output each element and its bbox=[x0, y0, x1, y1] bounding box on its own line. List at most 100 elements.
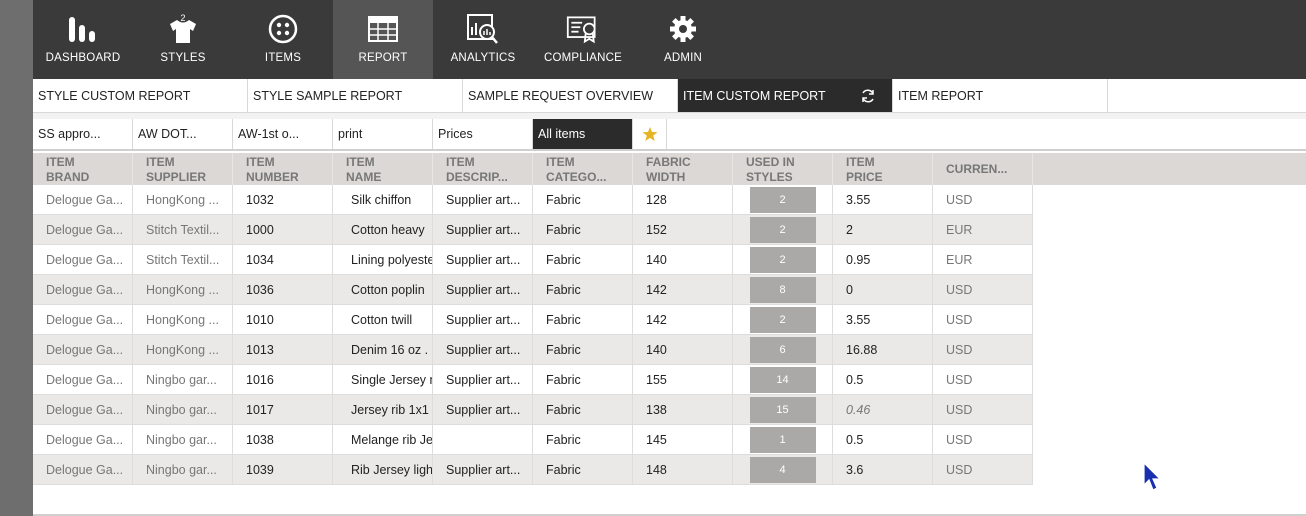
cell-supplier[interactable]: HongKong ... bbox=[133, 335, 233, 364]
cell-brand[interactable]: Delogue Ga... bbox=[33, 365, 133, 394]
cell-name[interactable]: Jersey rib 1x1 bbox=[333, 395, 433, 424]
cell-price[interactable]: 3.55 bbox=[833, 305, 933, 334]
cell-name[interactable]: Cotton poplin bbox=[333, 275, 433, 304]
cell-brand[interactable]: Delogue Ga... bbox=[33, 245, 133, 274]
cell-currency[interactable]: USD bbox=[933, 425, 1033, 454]
table-row[interactable]: Delogue Ga... Ningbo gar... 1039 Rib Jersey… bbox=[33, 455, 1033, 485]
cell-currency[interactable]: USD bbox=[933, 185, 1033, 214]
cell-currency[interactable]: USD bbox=[933, 395, 1033, 424]
nav-styles[interactable]: 2 STYLES bbox=[133, 0, 233, 79]
cell-category[interactable]: Fabric bbox=[533, 305, 633, 334]
cell-name[interactable]: Single Jersey m bbox=[333, 365, 433, 394]
cell-price[interactable]: 0.46 bbox=[833, 395, 933, 424]
column-header[interactable]: ITEM CATEGO... bbox=[533, 153, 633, 185]
cell-description[interactable]: Supplier art... bbox=[433, 395, 533, 424]
cell-number[interactable]: 1013 bbox=[233, 335, 333, 364]
used-count-badge[interactable]: 2 bbox=[749, 246, 816, 273]
nav-compliance[interactable]: COMPLIANCE bbox=[533, 0, 633, 79]
cell-used-in-styles[interactable]: 2 bbox=[733, 215, 833, 244]
used-count-badge[interactable]: 4 bbox=[749, 456, 816, 483]
cell-brand[interactable]: Delogue Ga... bbox=[33, 395, 133, 424]
cell-used-in-styles[interactable]: 14 bbox=[733, 365, 833, 394]
cell-category[interactable]: Fabric bbox=[533, 245, 633, 274]
cell-number[interactable]: 1034 bbox=[233, 245, 333, 274]
cell-brand[interactable]: Delogue Ga... bbox=[33, 335, 133, 364]
cell-brand[interactable]: Delogue Ga... bbox=[33, 455, 133, 484]
used-count-badge[interactable]: 15 bbox=[749, 396, 816, 423]
column-header[interactable]: CURREN... bbox=[933, 153, 1033, 185]
cell-used-in-styles[interactable]: 8 bbox=[733, 275, 833, 304]
table-row[interactable]: Delogue Ga... Stitch Textil... 1000 Cotton … bbox=[33, 215, 1033, 245]
cell-category[interactable]: Fabric bbox=[533, 335, 633, 364]
cell-number[interactable]: 1017 bbox=[233, 395, 333, 424]
cell-price[interactable]: 2 bbox=[833, 215, 933, 244]
cell-description[interactable]: Supplier art... bbox=[433, 305, 533, 334]
cell-currency[interactable]: EUR bbox=[933, 215, 1033, 244]
cell-brand[interactable]: Delogue Ga... bbox=[33, 305, 133, 334]
table-row[interactable]: Delogue Ga... Ningbo gar... 1017 Jersey rib… bbox=[33, 395, 1033, 425]
cell-currency[interactable]: USD bbox=[933, 275, 1033, 304]
tab-sample-request-overview[interactable]: SAMPLE REQUEST OVERVIEW bbox=[463, 79, 678, 112]
cell-price[interactable]: 0 bbox=[833, 275, 933, 304]
tab-item-custom-report[interactable]: ITEM CUSTOM REPORT bbox=[678, 79, 893, 112]
table-row[interactable]: Delogue Ga... Stitch Textil... 1034 Lining … bbox=[33, 245, 1033, 275]
cell-supplier[interactable]: Ningbo gar... bbox=[133, 425, 233, 454]
cell-description[interactable] bbox=[433, 425, 533, 454]
cell-number[interactable]: 1036 bbox=[233, 275, 333, 304]
cell-price[interactable]: 16.88 bbox=[833, 335, 933, 364]
cell-description[interactable]: Supplier art... bbox=[433, 365, 533, 394]
cell-supplier[interactable]: Stitch Textil... bbox=[133, 245, 233, 274]
used-count-badge[interactable]: 6 bbox=[749, 336, 816, 363]
refresh-icon[interactable] bbox=[860, 88, 876, 104]
column-header[interactable]: ITEM NAME bbox=[333, 153, 433, 185]
nav-dashboard[interactable]: DASHBOARD bbox=[33, 0, 133, 79]
cell-description[interactable]: Supplier art... bbox=[433, 275, 533, 304]
view-ss-approved[interactable]: SS appro... bbox=[33, 119, 133, 149]
cell-brand[interactable]: Delogue Ga... bbox=[33, 185, 133, 214]
used-count-badge[interactable]: 2 bbox=[749, 216, 816, 243]
cell-supplier[interactable]: HongKong ... bbox=[133, 305, 233, 334]
cell-width[interactable]: 145 bbox=[633, 425, 733, 454]
cell-width[interactable]: 152 bbox=[633, 215, 733, 244]
cell-number[interactable]: 1039 bbox=[233, 455, 333, 484]
cell-used-in-styles[interactable]: 1 bbox=[733, 425, 833, 454]
cell-width[interactable]: 128 bbox=[633, 185, 733, 214]
nav-report[interactable]: REPORT bbox=[333, 0, 433, 79]
cell-name[interactable]: Rib Jersey light bbox=[333, 455, 433, 484]
column-header[interactable]: ITEM NUMBER bbox=[233, 153, 333, 185]
cell-currency[interactable]: EUR bbox=[933, 245, 1033, 274]
cell-currency[interactable]: USD bbox=[933, 365, 1033, 394]
view-print[interactable]: print bbox=[333, 119, 433, 149]
column-header[interactable]: ITEM SUPPLIER bbox=[133, 153, 233, 185]
cell-name[interactable]: Silk chiffon bbox=[333, 185, 433, 214]
cell-number[interactable]: 1000 bbox=[233, 215, 333, 244]
cell-supplier[interactable]: HongKong ... bbox=[133, 185, 233, 214]
cell-used-in-styles[interactable]: 4 bbox=[733, 455, 833, 484]
used-count-badge[interactable]: 2 bbox=[749, 186, 816, 213]
cell-description[interactable]: Supplier art... bbox=[433, 455, 533, 484]
cell-number[interactable]: 1032 bbox=[233, 185, 333, 214]
cell-used-in-styles[interactable]: 15 bbox=[733, 395, 833, 424]
cell-width[interactable]: 140 bbox=[633, 335, 733, 364]
nav-analytics[interactable]: ANALYTICS bbox=[433, 0, 533, 79]
view-aw-dot[interactable]: AW DOT... bbox=[133, 119, 233, 149]
cell-price[interactable]: 3.55 bbox=[833, 185, 933, 214]
cell-width[interactable]: 140 bbox=[633, 245, 733, 274]
table-row[interactable]: Delogue Ga... HongKong ... 1032 Silk chiffo… bbox=[33, 185, 1033, 215]
cell-category[interactable]: Fabric bbox=[533, 215, 633, 244]
nav-items[interactable]: ITEMS bbox=[233, 0, 333, 79]
table-row[interactable]: Delogue Ga... Ningbo gar... 1038 Melange ri… bbox=[33, 425, 1033, 455]
cell-brand[interactable]: Delogue Ga... bbox=[33, 215, 133, 244]
cell-width[interactable]: 148 bbox=[633, 455, 733, 484]
cell-category[interactable]: Fabric bbox=[533, 185, 633, 214]
cell-supplier[interactable]: Ningbo gar... bbox=[133, 395, 233, 424]
column-header[interactable]: USED IN STYLES bbox=[733, 153, 833, 185]
cell-width[interactable]: 142 bbox=[633, 275, 733, 304]
cell-name[interactable]: Cotton twill bbox=[333, 305, 433, 334]
table-row[interactable]: Delogue Ga... HongKong ... 1036 Cotton popl… bbox=[33, 275, 1033, 305]
cell-supplier[interactable]: Ningbo gar... bbox=[133, 365, 233, 394]
cell-name[interactable]: Cotton heavy bbox=[333, 215, 433, 244]
cell-price[interactable]: 0.5 bbox=[833, 365, 933, 394]
view-all-items[interactable]: All items bbox=[533, 119, 633, 149]
cell-width[interactable]: 138 bbox=[633, 395, 733, 424]
